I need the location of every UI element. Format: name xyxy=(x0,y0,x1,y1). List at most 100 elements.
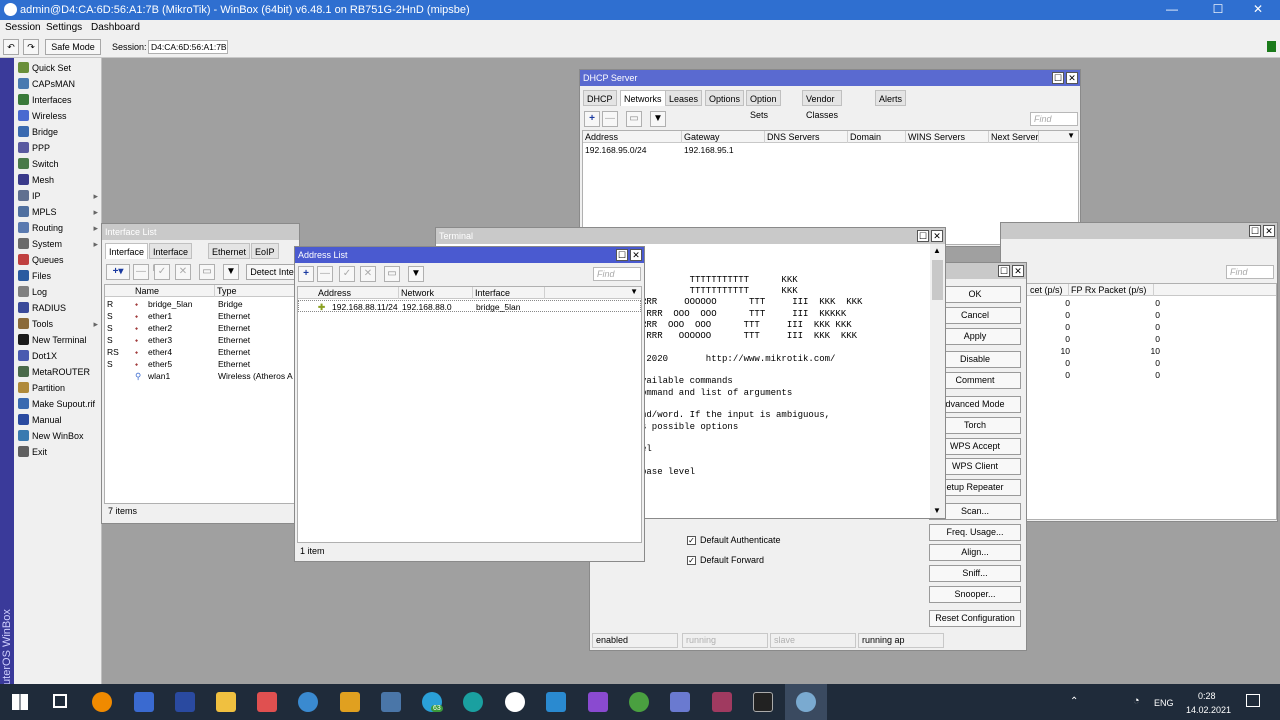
filter-icon[interactable]: ▼ xyxy=(650,111,666,127)
tab-dhcp-tabs-4[interactable]: Option Sets xyxy=(746,90,781,120)
menu-settings[interactable]: Settings xyxy=(46,22,82,33)
wireless-close-button[interactable]: ✕ xyxy=(1012,265,1024,277)
scroll-down-icon[interactable]: ▼ xyxy=(933,506,941,515)
tab-iflist-tabs-3[interactable]: EoIP Tunn xyxy=(251,243,280,273)
tab-dhcp-tabs-0[interactable]: DHCP xyxy=(583,90,617,106)
checkbox-icon[interactable]: ✓ xyxy=(687,556,696,565)
column-header[interactable]: WINS Servers xyxy=(906,131,989,143)
menu-dashboard[interactable]: Dashboard xyxy=(91,22,140,33)
sidebar-item-wireless[interactable]: Wireless xyxy=(18,109,102,124)
enable-icon[interactable]: ✓ xyxy=(154,264,170,280)
winbox-task-icon[interactable] xyxy=(796,692,816,712)
sidebar-item-dot1x[interactable]: Dot1X xyxy=(18,349,102,364)
comment-icon[interactable]: ▭ xyxy=(384,266,400,282)
table-row[interactable]: RS ⬩ ether4 Ethernet xyxy=(105,346,298,358)
menu-session[interactable]: Session xyxy=(5,22,41,33)
remove-icon[interactable]: — xyxy=(133,264,149,280)
sidebar-item-new-terminal[interactable]: New Terminal xyxy=(18,333,102,348)
comment-icon[interactable]: ▭ xyxy=(199,264,215,280)
sidebar-item-ppp[interactable]: PPP xyxy=(18,141,102,156)
table-row[interactable]: 00 xyxy=(1004,309,1276,321)
column-header[interactable]: Gateway xyxy=(682,131,765,143)
avast-icon[interactable] xyxy=(92,692,112,712)
tab-dhcp-tabs-1[interactable]: Networks xyxy=(620,90,666,106)
remove-icon[interactable]: — xyxy=(317,266,333,282)
tray-chevron-icon[interactable]: ⌃ xyxy=(1070,696,1078,707)
disable-icon[interactable]: ✕ xyxy=(175,264,191,280)
wifi-icon[interactable]: ◔ xyxy=(1133,695,1140,707)
sidebar-item-routing[interactable]: Routing ▸ xyxy=(18,221,102,236)
terminal-close-button[interactable]: ✕ xyxy=(931,230,943,242)
scroll-thumb[interactable] xyxy=(932,260,943,300)
table-row[interactable]: ✚ 192.168.88.11/24 192.168.88.0 bridge_5lan xyxy=(298,300,641,312)
column-header[interactable]: Domain xyxy=(848,131,906,143)
utorrent-icon[interactable] xyxy=(629,692,649,712)
column-header[interactable]: Type xyxy=(215,285,295,297)
winrar-icon[interactable] xyxy=(712,692,732,712)
sidebar-item-interfaces[interactable]: Interfaces xyxy=(18,93,102,108)
table-row[interactable]: 00 xyxy=(1004,357,1276,369)
tab-iflist-tabs-0[interactable]: Interface xyxy=(105,243,149,259)
tab-iflist-tabs-1[interactable]: Interface List xyxy=(149,243,193,273)
filter-icon[interactable]: ▼ xyxy=(223,264,239,280)
sidebar-item-bridge[interactable]: Bridge xyxy=(18,125,102,140)
table-row[interactable]: ⚲ wlan1 Wireless (Atheros A xyxy=(105,370,298,382)
tab-dhcp-tabs-2[interactable]: Leases xyxy=(665,90,703,106)
sidebar-item-mesh[interactable]: Mesh xyxy=(18,173,102,188)
add-icon[interactable]: +▾ xyxy=(106,264,130,280)
table-row[interactable]: 00 xyxy=(1004,321,1276,333)
terminal-app-icon[interactable] xyxy=(753,692,773,712)
table-row[interactable]: 00 xyxy=(1004,369,1276,381)
enable-icon[interactable]: ✓ xyxy=(339,266,355,282)
task-view-icon[interactable] xyxy=(53,694,67,708)
terminal-output[interactable]: TTTTTTTTTTT KKK TTTTTTTTTTT KKK RRR OOOOO… xyxy=(641,252,929,514)
wireless-btn-sniff[interactable]: Sniff... xyxy=(929,565,1021,582)
wireless-maximize-button[interactable]: ☐ xyxy=(998,265,1010,277)
addrlist-find-input[interactable]: Find xyxy=(593,267,641,281)
maximize-button[interactable]: ☐ xyxy=(1198,2,1238,18)
column-header[interactable]: Next Server xyxy=(989,131,1039,143)
sidebar-item-files[interactable]: Files xyxy=(18,269,102,284)
wireless-btn-snooper[interactable]: Snooper... xyxy=(929,586,1021,603)
stats-find-input[interactable]: Find xyxy=(1226,265,1274,279)
table-row[interactable]: 00 xyxy=(1004,333,1276,345)
safe-mode-button[interactable]: Safe Mode xyxy=(45,39,101,55)
scroll-up-icon[interactable]: ▲ xyxy=(933,246,941,255)
table-row[interactable]: 192.168.95.0/24 192.168.95.1 xyxy=(583,144,1078,156)
clock-time[interactable]: 0:28 xyxy=(1198,691,1216,701)
undo-button[interactable]: ↶ xyxy=(3,39,19,55)
visual-studio-icon[interactable] xyxy=(588,692,608,712)
table-row[interactable]: 00 xyxy=(1004,297,1276,309)
default-forward-check[interactable]: ✓ Default Forward xyxy=(687,555,764,565)
stats-close-button[interactable]: ✕ xyxy=(1263,225,1275,237)
sidebar-item-ip[interactable]: IP ▸ xyxy=(18,189,102,204)
tab-dhcp-tabs-3[interactable]: Options xyxy=(705,90,745,106)
discord-icon[interactable] xyxy=(670,692,690,712)
wireless-btn-align[interactable]: Align... xyxy=(929,544,1021,561)
stats-maximize-button[interactable]: ☐ xyxy=(1249,225,1261,237)
sidebar-item-exit[interactable]: Exit xyxy=(18,445,102,460)
dhcp-maximize-button[interactable]: ☐ xyxy=(1052,72,1064,84)
addrlist-close-button[interactable]: ✕ xyxy=(630,249,642,261)
dhcp-close-button[interactable]: ✕ xyxy=(1066,72,1078,84)
comment-icon[interactable]: ▭ xyxy=(626,111,642,127)
table-row[interactable]: R ⬩ bridge_5lan Bridge xyxy=(105,298,298,310)
sidebar-item-quick-set[interactable]: Quick Set xyxy=(18,61,102,76)
vscode-icon[interactable] xyxy=(546,692,566,712)
edge-icon[interactable] xyxy=(463,692,483,712)
add-icon[interactable]: + xyxy=(298,266,314,282)
save-floppy-icon[interactable] xyxy=(134,692,154,712)
windows-start-icon[interactable] xyxy=(12,694,28,710)
redo-button[interactable]: ↷ xyxy=(23,39,39,55)
tab-iflist-tabs-2[interactable]: Ethernet xyxy=(208,243,251,259)
column-header[interactable]: Address xyxy=(583,131,682,143)
network-app-icon[interactable] xyxy=(175,692,195,712)
column-header[interactable]: cet (p/s) xyxy=(1028,284,1069,296)
checkbox-icon[interactable]: ✓ xyxy=(687,536,696,545)
vk-icon[interactable] xyxy=(381,692,401,712)
add-icon[interactable]: + xyxy=(584,111,600,127)
sidebar-item-manual[interactable]: Manual xyxy=(18,413,102,428)
column-chooser-icon[interactable]: ▼ xyxy=(1067,131,1075,140)
minimize-button[interactable]: — xyxy=(1152,2,1192,18)
close-button[interactable]: ✕ xyxy=(1238,2,1278,18)
